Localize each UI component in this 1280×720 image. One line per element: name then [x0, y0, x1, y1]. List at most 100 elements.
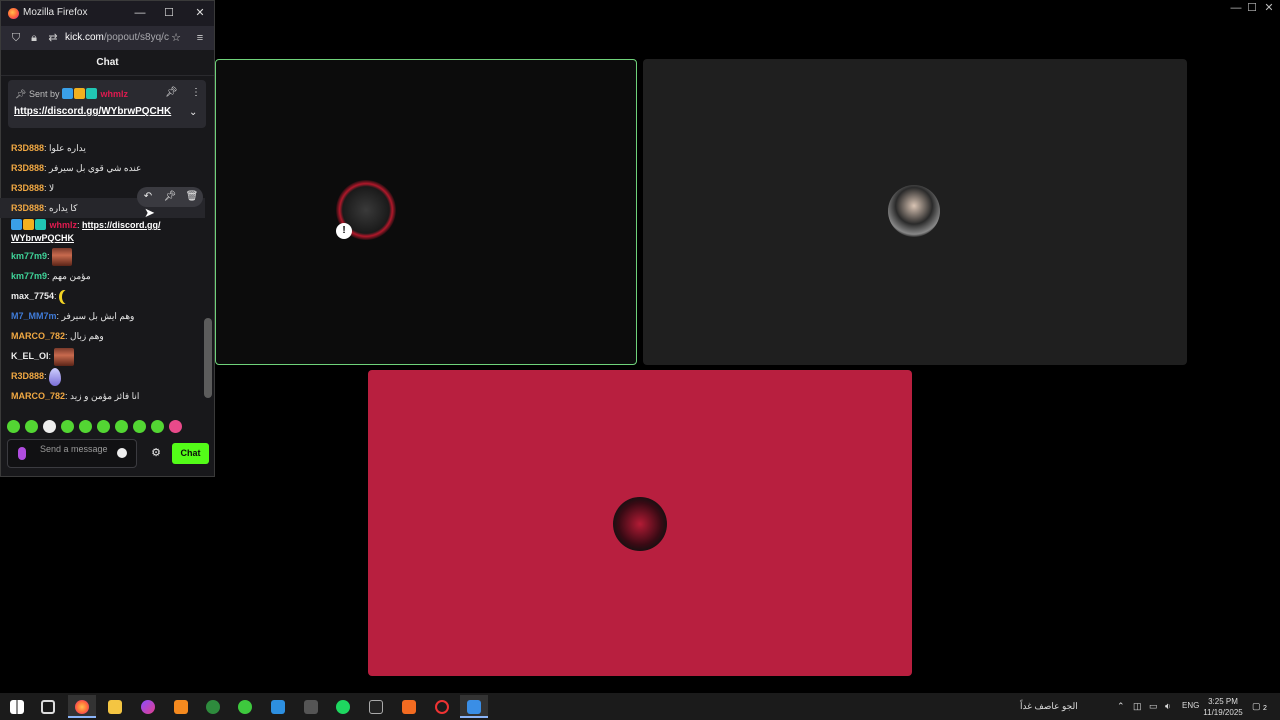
taskbar-vscode[interactable]	[264, 695, 292, 718]
chat-message: R3D888:	[0, 366, 205, 386]
emoji-picker-icon[interactable]	[117, 448, 127, 458]
badge-icon	[62, 88, 73, 99]
maximize-icon[interactable]: ☐	[161, 5, 177, 21]
chat-message: km77m9: مؤمن مهم	[11, 271, 91, 281]
taskbar-xbox[interactable]	[199, 695, 227, 718]
chat-username[interactable]: R3D888	[11, 371, 44, 381]
notification-icon[interactable]: ▢	[1252, 701, 1261, 712]
pin-icon[interactable]: 📌︎	[163, 190, 177, 204]
firefox-icon	[75, 700, 89, 714]
chat-text: يداره علوا	[49, 143, 86, 153]
delete-icon[interactable]: 🗑︎	[185, 190, 199, 204]
taskbar-app-active[interactable]	[460, 695, 488, 718]
emote-icon[interactable]	[61, 420, 74, 434]
quick-emote-bar	[7, 418, 207, 434]
minimize-icon[interactable]: —	[132, 5, 148, 21]
emote-icon[interactable]	[43, 420, 56, 434]
emote-icon[interactable]	[79, 420, 92, 434]
gear-icon[interactable]: ⚙	[150, 447, 162, 459]
taskbar-app[interactable]	[231, 695, 259, 718]
chevron-up-icon[interactable]: ⌃	[1117, 701, 1125, 712]
crown-badge-icon	[74, 88, 85, 99]
chevron-down-icon[interactable]: ⌄	[189, 107, 197, 118]
taskbar-app[interactable]	[428, 695, 456, 718]
chat-username[interactable]: R3D888	[11, 183, 44, 193]
chat-link-continued[interactable]: WYbrwPQCHK	[11, 233, 74, 243]
chat-input-placeholder[interactable]: Send a message	[40, 444, 110, 454]
emote-icon[interactable]	[25, 420, 38, 434]
network-icon[interactable]: ▭	[1149, 701, 1158, 712]
task-view-button[interactable]	[34, 695, 62, 718]
emote-icon[interactable]	[151, 420, 164, 434]
windows-logo-icon	[10, 700, 24, 714]
chat-username[interactable]: MARCO_782	[11, 331, 65, 341]
scrollbar-thumb[interactable]	[204, 318, 212, 398]
chat-username[interactable]: whmlz	[50, 220, 78, 230]
chat-username[interactable]: km77m9	[11, 271, 47, 281]
moon-emote-icon[interactable]	[59, 290, 69, 304]
minimize-icon[interactable]: —	[1229, 2, 1243, 14]
participant-avatar-2	[888, 185, 940, 237]
participant-tile-2[interactable]	[643, 59, 1187, 365]
clock[interactable]: 3:25 PM 11/19/2025	[1203, 696, 1243, 718]
weather-widget[interactable]: الجو عاصف غداً	[1020, 701, 1078, 712]
pin-icon: 📌︎	[15, 89, 27, 99]
reply-icon[interactable]: ↶	[141, 190, 155, 204]
chat-username[interactable]: M7_MM7m	[11, 311, 57, 321]
chat-message-list[interactable]: R3D888: يداره علوا R3D888: عنده شي قوي ب…	[0, 138, 205, 408]
tray-app-icon[interactable]: ◫	[1133, 701, 1142, 712]
pinned-message[interactable]: 📌︎ Sent by whmlz 📌︎ ⋮ https://discord.gg…	[8, 80, 206, 128]
emote-icon[interactable]	[97, 420, 110, 434]
chat-message: MARCO_782: انا فائز مؤمن و زيد	[11, 391, 140, 401]
send-chat-button[interactable]: Chat	[172, 443, 209, 464]
emote-icon[interactable]	[115, 420, 128, 434]
chat-username[interactable]: km77m9	[11, 251, 47, 261]
maximize-icon[interactable]: ☐	[1245, 2, 1259, 14]
chat-username[interactable]: MARCO_782	[11, 391, 65, 401]
start-button[interactable]	[3, 695, 31, 718]
taskbar-epic-games[interactable]	[362, 695, 390, 718]
participant-tile-3[interactable]	[368, 370, 912, 676]
chat-username[interactable]: max_7754	[11, 291, 54, 301]
chat-username[interactable]: R3D888	[11, 203, 44, 213]
taskbar-file-explorer[interactable]	[101, 695, 129, 718]
lock-icon[interactable]: 🔒︎	[27, 31, 41, 45]
chat-input[interactable]: Send a message	[7, 439, 137, 468]
volume-icon[interactable]: 🔉︎	[1165, 701, 1171, 712]
language-indicator[interactable]: ENG	[1182, 701, 1199, 710]
chat-username[interactable]: R3D888	[11, 163, 44, 173]
participant-tile-1[interactable]: !	[215, 59, 637, 365]
emote-icon[interactable]	[169, 420, 182, 434]
pinned-username[interactable]: whmlz	[101, 89, 129, 99]
drop-emote-icon[interactable]	[49, 367, 62, 386]
bookmark-star-icon[interactable]: ☆	[169, 31, 183, 45]
chat-scrollbar[interactable]	[203, 80, 213, 407]
close-icon[interactable]: ✕	[192, 5, 208, 21]
taskbar-app[interactable]	[297, 695, 325, 718]
shield-icon[interactable]: ⛉	[9, 31, 23, 45]
chat-link[interactable]: https://discord.gg/	[82, 220, 161, 230]
face-emote-icon[interactable]	[53, 347, 74, 366]
chat-username[interactable]: K_EL_OI	[11, 351, 49, 361]
url-bar[interactable]: ⛉ 🔒︎ ⇄ kick.com/popout/s8yq/ch ☆ ≡	[1, 26, 214, 50]
emote-icon[interactable]	[133, 420, 146, 434]
taskbar-firefox[interactable]	[68, 695, 96, 718]
chat-username[interactable]: R3D888	[11, 143, 44, 153]
app-icon	[238, 700, 252, 714]
url-text[interactable]: kick.com/popout/s8yq/ch	[65, 32, 169, 43]
taskbar-app[interactable]	[167, 695, 195, 718]
chat-message: R3D888: يداره علوا	[11, 143, 86, 153]
face-emote-icon[interactable]	[52, 247, 73, 266]
taskbar-spotify[interactable]	[329, 695, 357, 718]
close-icon[interactable]: ✕	[1262, 2, 1276, 14]
microphone-icon[interactable]	[18, 447, 26, 460]
pinned-link[interactable]: https://discord.gg/WYbrwPQCHK	[14, 106, 171, 117]
taskbar-app[interactable]	[134, 695, 162, 718]
menu-icon[interactable]: ≡	[193, 31, 207, 45]
emote-icon[interactable]	[7, 420, 20, 434]
more-options-icon[interactable]: ⋮	[191, 87, 201, 98]
taskbar-app[interactable]	[395, 695, 423, 718]
permissions-icon[interactable]: ⇄	[46, 31, 60, 45]
unpin-icon[interactable]: 📌︎	[165, 87, 178, 98]
spotify-icon	[336, 700, 350, 714]
